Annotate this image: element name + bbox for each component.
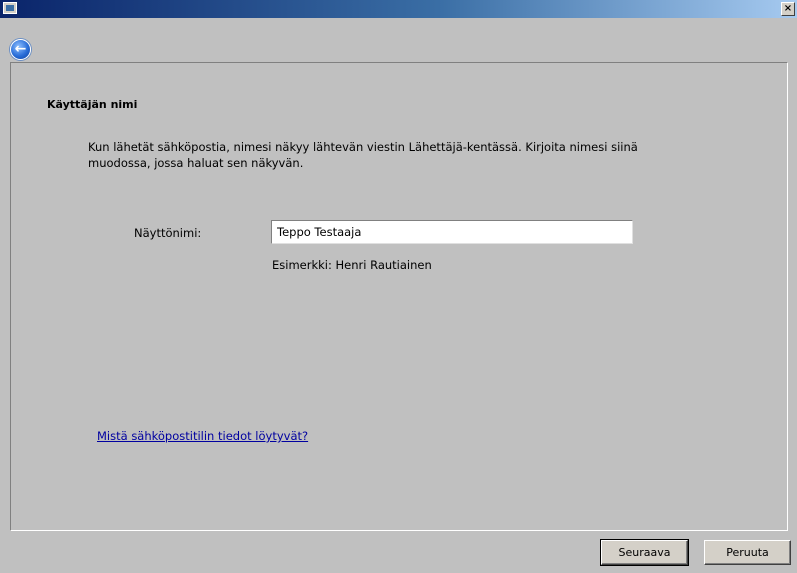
- display-name-label: Näyttönimi:: [134, 226, 202, 240]
- toolbar: ←: [0, 18, 797, 62]
- example-text: Esimerkki: Henri Rautiainen: [272, 258, 432, 272]
- cancel-button[interactable]: Peruuta: [704, 540, 791, 565]
- window-icon: [3, 2, 17, 14]
- page-description: Kun lähetät sähköpostia, nimesi näkyy lä…: [88, 140, 638, 170]
- next-button[interactable]: Seuraava: [600, 539, 689, 566]
- back-arrow-icon[interactable]: ←: [10, 39, 31, 60]
- display-name-input[interactable]: [271, 220, 633, 244]
- help-link[interactable]: Mistä sähköpostitilin tiedot löytyvät?: [97, 429, 308, 443]
- title-bar: ×: [0, 0, 797, 18]
- close-button[interactable]: ×: [781, 2, 795, 16]
- content-panel: [10, 62, 788, 531]
- page-title: Käyttäjän nimi: [47, 98, 138, 111]
